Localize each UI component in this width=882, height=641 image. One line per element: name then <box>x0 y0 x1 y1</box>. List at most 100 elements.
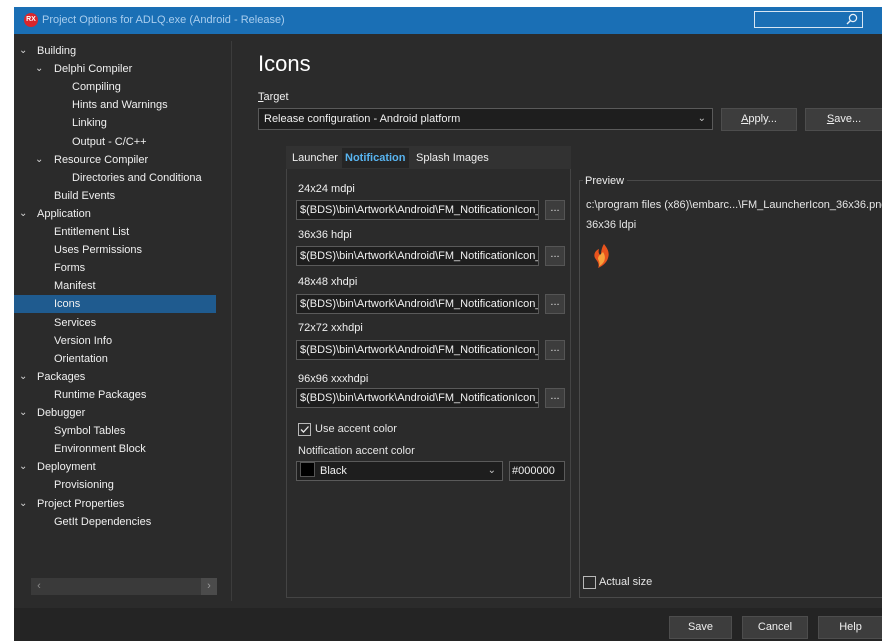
cancel-button[interactable]: Cancel <box>742 616 808 639</box>
save-button[interactable]: Save <box>669 616 732 639</box>
tree-item-version-info[interactable]: Version Info <box>14 332 216 350</box>
tree-item-label: Building <box>37 45 77 57</box>
target-label: Target <box>258 91 289 103</box>
tree-item-debugger[interactable]: ⌄ Debugger <box>14 404 216 422</box>
target-label-rest: arget <box>263 91 289 103</box>
tree-item-project-properties[interactable]: ⌄ Project Properties <box>14 495 216 513</box>
tree-item-label: Version Info <box>54 334 113 347</box>
project-options-window: RX Project Options for ADLQ.exe (Android… <box>14 7 882 641</box>
preview-group <box>579 180 882 598</box>
tree-item-label: Project Properties <box>37 497 125 510</box>
accent-color-select[interactable]: Black ⌄ <box>296 461 503 481</box>
icon-path-input[interactable]: $(BDS)\bin\Artwork\Android\FM_Notificati… <box>296 294 539 314</box>
scroll-right-arrow-icon[interactable]: › <box>201 578 217 595</box>
tree-item-provisioning[interactable]: Provisioning <box>14 476 216 494</box>
use-accent-color-checkbox[interactable] <box>298 423 311 436</box>
preview-size-label: 36x36 ldpi <box>586 219 637 231</box>
app-logo-icon: RX <box>24 13 38 27</box>
title-bar: RX Project Options for ADLQ.exe (Android… <box>14 7 882 34</box>
tree-item-application[interactable]: ⌄ Application <box>14 205 216 223</box>
tree-item-label: Provisioning <box>54 479 114 492</box>
tree-item-label: Compiling <box>72 81 121 94</box>
tree-item-output-c-c[interactable]: Output - C/C++ <box>14 133 216 151</box>
accent-color-name: Black <box>320 465 347 477</box>
chevron-down-icon: ⌄ <box>487 465 496 476</box>
browse-button[interactable]: ... <box>545 388 565 408</box>
tree-item-label: Linking <box>72 117 107 130</box>
tree-item-symbol-tables[interactable]: Symbol Tables <box>14 422 216 440</box>
chevron-down-icon[interactable]: ⌄ <box>19 205 27 223</box>
chevron-down-icon[interactable]: ⌄ <box>35 151 43 169</box>
tree-item-forms[interactable]: Forms <box>14 259 216 277</box>
chevron-down-icon[interactable]: ⌄ <box>19 42 27 60</box>
tab-notification[interactable]: Notification <box>342 148 409 168</box>
chevron-down-icon[interactable]: ⌄ <box>19 458 27 476</box>
scroll-left-arrow-icon[interactable]: ‹ <box>31 578 47 595</box>
tree-item-getit-dependencies[interactable]: GetIt Dependencies <box>14 513 216 531</box>
tree-item-label: Icons <box>54 298 81 311</box>
tab-launcher[interactable]: Launcher <box>292 148 338 168</box>
icon-path-input[interactable]: $(BDS)\bin\Artwork\Android\FM_Notificati… <box>296 246 539 266</box>
tree-item-compiling[interactable]: Compiling <box>14 78 216 96</box>
tree-item-label: Debugger <box>37 407 86 419</box>
tree-item-label: Deployment <box>37 461 96 474</box>
save-config-button[interactable]: Save... <box>805 108 882 131</box>
icon-size-label: 24x24 mdpi <box>298 183 355 195</box>
help-button[interactable]: Help <box>818 616 882 639</box>
tree-item-label: Directories and Conditiona <box>72 171 202 184</box>
tree-item-label: Forms <box>54 262 86 275</box>
pane-splitter[interactable] <box>231 41 232 601</box>
tree-item-hints-and-warnings[interactable]: Hints and Warnings <box>14 96 216 114</box>
icon-path-input[interactable]: $(BDS)\bin\Artwork\Android\FM_Notificati… <box>296 200 539 220</box>
tab-splash-images[interactable]: Splash Images <box>416 148 489 168</box>
tree-item-directories-and-conditiona[interactable]: Directories and Conditiona <box>14 169 216 187</box>
tree-item-label: Packages <box>37 370 86 383</box>
actual-size-checkbox[interactable] <box>583 576 596 589</box>
icon-path-input[interactable]: $(BDS)\bin\Artwork\Android\FM_Notificati… <box>296 388 539 408</box>
accent-color-hex-input[interactable]: #000000 <box>509 461 565 481</box>
tree-item-label: Hints and Warnings <box>72 99 168 112</box>
chevron-down-icon[interactable]: ⌄ <box>19 368 27 386</box>
tree-item-label: Environment Block <box>54 443 146 456</box>
chevron-down-icon: ⌄ <box>697 113 706 124</box>
chevron-down-icon[interactable]: ⌄ <box>35 60 43 78</box>
browse-button[interactable]: ... <box>545 340 565 360</box>
chevron-down-icon[interactable]: ⌄ <box>19 495 27 513</box>
tree-item-resource-compiler[interactable]: ⌄ Resource Compiler <box>14 151 216 169</box>
target-select[interactable]: Release configuration - Android platform… <box>258 108 713 130</box>
browse-button[interactable]: ... <box>545 246 565 266</box>
tree-item-linking[interactable]: Linking <box>14 114 216 132</box>
browse-button[interactable]: ... <box>545 200 565 220</box>
tree-item-icons[interactable]: Icons <box>14 295 216 314</box>
title-search-box[interactable] <box>754 11 863 28</box>
tree-item-uses-permissions[interactable]: Uses Permissions <box>14 241 216 259</box>
tree-item-label: Application <box>37 207 91 220</box>
icon-size-label: 72x72 xxhdpi <box>298 322 363 334</box>
tree-item-packages[interactable]: ⌄ Packages <box>14 368 216 386</box>
icon-path-input[interactable]: $(BDS)\bin\Artwork\Android\FM_Notificati… <box>296 340 539 360</box>
tree-item-label: Resource Compiler <box>54 153 149 166</box>
icon-size-label: 36x36 hdpi <box>298 229 352 241</box>
tree-item-build-events[interactable]: Build Events <box>14 187 216 205</box>
tree-item-label: Output - C/C++ <box>72 135 147 148</box>
apply-rest: pply... <box>748 113 777 125</box>
tree-item-label: Runtime Packages <box>54 388 147 401</box>
color-swatch <box>300 462 315 477</box>
tree-item-runtime-packages[interactable]: Runtime Packages <box>14 386 216 404</box>
tree-item-manifest[interactable]: Manifest <box>14 277 216 295</box>
page-title: Icons <box>258 51 311 76</box>
apply-button[interactable]: Apply... <box>721 108 797 131</box>
search-icon <box>846 13 858 25</box>
tree-item-building[interactable]: ⌄ Building <box>14 42 216 60</box>
tree-item-deployment[interactable]: ⌄ Deployment <box>14 458 216 476</box>
tree-item-environment-block[interactable]: Environment Block <box>14 440 216 458</box>
tree-item-entitlement-list[interactable]: Entitlement List <box>14 223 216 241</box>
tree-item-services[interactable]: Services <box>14 314 216 332</box>
save-rest: ave... <box>834 113 862 125</box>
tree-horizontal-scrollbar[interactable]: ‹ › <box>31 578 217 595</box>
browse-button[interactable]: ... <box>545 294 565 314</box>
chevron-down-icon[interactable]: ⌄ <box>19 404 27 422</box>
tree-item-orientation[interactable]: Orientation <box>14 350 216 368</box>
tree-item-label: Symbol Tables <box>54 425 126 438</box>
tree-item-delphi-compiler[interactable]: ⌄ Delphi Compiler <box>14 60 216 78</box>
